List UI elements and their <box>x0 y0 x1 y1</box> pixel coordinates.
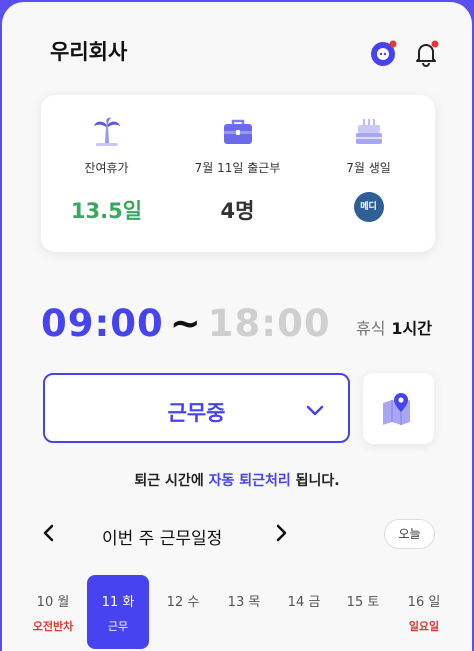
day-tue[interactable]: 11 화 근무 <box>87 575 149 649</box>
chevron-down-icon <box>306 405 324 416</box>
vacation-summary[interactable]: 잔여휴가 13.5일 <box>41 95 172 252</box>
summary-card: 잔여휴가 13.5일 7월 11일 출근부 4명 7월 생일 메디 <box>41 95 435 252</box>
cake-icon <box>355 119 382 144</box>
vacation-value: 13.5일 <box>70 199 143 223</box>
day-fri[interactable]: 14 금 <box>273 575 335 649</box>
vacation-label: 잔여휴가 <box>84 161 129 175</box>
day-status: 근무 <box>107 620 129 633</box>
auto-checkout-notice: 퇴근 시간에 자동 퇴근처리 됩니다. <box>2 470 472 490</box>
birthday-summary[interactable]: 7월 생일 메디 <box>303 95 434 252</box>
day-label: 14 금 <box>287 595 321 610</box>
chevron-right-icon[interactable] <box>272 522 290 544</box>
bell-icon[interactable] <box>412 39 440 67</box>
work-end-time: 18:00 <box>207 302 331 345</box>
work-hours: 09:00 ~18:00 <box>41 302 331 345</box>
day-wed[interactable]: 12 수 <box>152 575 214 649</box>
day-label: 12 수 <box>166 595 200 610</box>
notice-text: 퇴근 시간에 <box>134 473 209 489</box>
map-icon <box>383 393 410 425</box>
attendance-label: 7월 11일 출근부 <box>194 161 281 175</box>
chevron-left-icon[interactable] <box>40 522 58 544</box>
briefcase-icon <box>223 119 252 144</box>
work-status-dropdown[interactable]: 근무중 <box>43 373 350 443</box>
time-separator: ~ <box>169 302 202 345</box>
today-button[interactable]: 오늘 <box>384 519 435 549</box>
day-mon[interactable]: 10 월 오전반차 <box>22 575 84 649</box>
avatar[interactable]: 메디 <box>353 192 384 222</box>
app-screen: 우리회사 잔여휴가 13.5일 7월 11일 출근부 4명 7월 생일 메디 0… <box>2 2 472 651</box>
break-info: 휴식 1시간 <box>356 315 432 339</box>
palm-tree-icon <box>93 117 120 146</box>
attendance-summary[interactable]: 7월 11일 출근부 4명 <box>172 95 303 252</box>
company-title: 우리회사 <box>50 40 128 64</box>
day-label: 13 목 <box>227 595 261 610</box>
attendance-value: 4명 <box>220 199 255 223</box>
birthday-label: 7월 생일 <box>346 161 391 175</box>
week-title: 이번 주 근무일정 <box>102 529 223 549</box>
chat-icon[interactable] <box>370 39 398 67</box>
notice-highlight: 자동 퇴근처리 <box>208 473 291 489</box>
work-status-label: 근무중 <box>167 401 226 425</box>
break-label: 휴식 <box>355 319 386 338</box>
day-sun[interactable]: 16 일 일요일 <box>393 575 455 649</box>
day-status: 오전반차 <box>32 620 74 633</box>
day-label: 11 화 <box>101 595 135 610</box>
day-thu[interactable]: 13 목 <box>213 575 275 649</box>
notice-text-end: 됩니다. <box>290 473 340 489</box>
map-button[interactable] <box>363 373 434 444</box>
break-value: 1시간 <box>391 319 432 338</box>
day-sat[interactable]: 15 토 <box>332 575 394 649</box>
work-start-time: 09:00 <box>41 302 164 345</box>
day-status: 일요일 <box>408 620 440 633</box>
day-label: 15 토 <box>346 595 380 610</box>
day-label: 16 일 <box>407 595 441 610</box>
day-label: 10 월 <box>36 595 70 610</box>
